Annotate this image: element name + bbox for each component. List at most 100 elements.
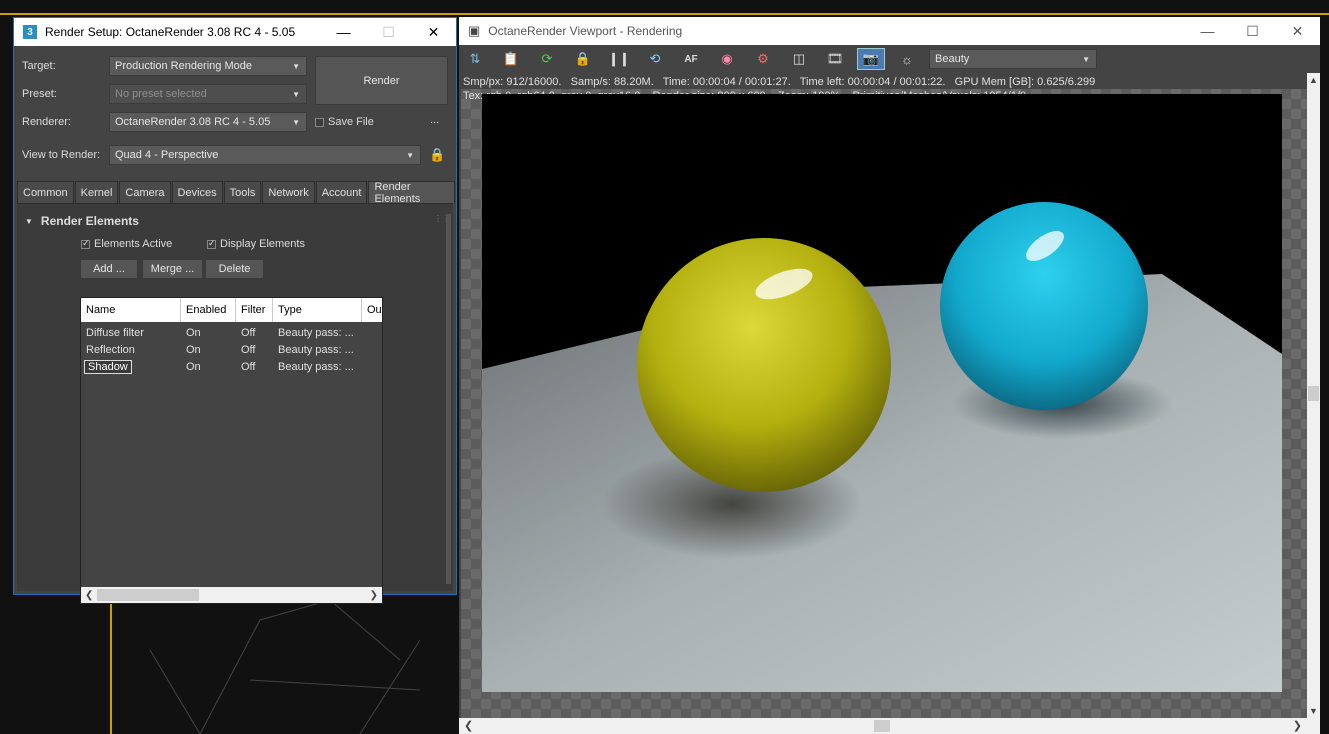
tab-render-elements[interactable]: Render Elements xyxy=(368,181,455,205)
chevron-down-icon: ▼ xyxy=(1082,55,1090,64)
chevron-down-icon: ▼ xyxy=(292,62,300,71)
viewport-titlebar: ▣ OctaneRender Viewport - Rendering — ☐ … xyxy=(459,17,1320,45)
list-header: Name Enabled Filter Type Ou xyxy=(81,298,382,322)
tab-account[interactable]: Account xyxy=(315,181,368,203)
element-filter: Off xyxy=(241,360,256,373)
lock-icon[interactable]: 🔒 xyxy=(429,147,445,163)
element-enabled: On xyxy=(186,326,201,339)
close-icon[interactable]: ✕ xyxy=(1275,23,1320,40)
column-header-enabled[interactable]: Enabled xyxy=(181,298,236,322)
render-setup-tabs: Common Kernel Camera Devices Tools Netwo… xyxy=(17,181,456,205)
render-setup-title: Render Setup: OctaneRender 3.08 RC 4 - 5… xyxy=(45,25,296,39)
tab-tools[interactable]: Tools xyxy=(223,181,262,203)
list-horizontal-scrollbar[interactable]: ❮ ❯ xyxy=(81,587,382,603)
element-name: Diffuse filter xyxy=(86,326,144,339)
tab-devices[interactable]: Devices xyxy=(171,181,223,203)
render-elements-list: Name Enabled Filter Type Ou Diffuse filt… xyxy=(80,297,383,604)
copy-clipboard-icon[interactable]: 📋 xyxy=(497,48,525,70)
scroll-down-icon[interactable]: ▼ xyxy=(1309,706,1318,716)
close-icon[interactable]: ✕ xyxy=(411,24,456,41)
element-type: Beauty pass: ... xyxy=(278,343,354,356)
horizontal-scroll-thumb[interactable] xyxy=(874,720,890,732)
refresh-icon[interactable]: ⟲ xyxy=(641,48,669,70)
display-elements-checkbox[interactable]: Display Elements xyxy=(207,238,305,250)
elements-active-checkbox[interactable]: Elements Active xyxy=(81,238,172,250)
tab-camera[interactable]: Camera xyxy=(119,181,171,203)
region-render-icon[interactable]: ⚙ xyxy=(749,48,777,70)
scroll-right-icon[interactable]: ❯ xyxy=(370,590,378,601)
element-name: Reflection xyxy=(86,343,135,356)
checkbox-icon[interactable] xyxy=(207,238,216,249)
pause-icon[interactable]: ❙❙ xyxy=(605,48,633,70)
scroll-left-icon[interactable]: ❮ xyxy=(464,719,473,732)
more-options-button[interactable]: ... xyxy=(430,114,439,126)
minimize-icon[interactable]: — xyxy=(321,24,366,40)
view-to-render-label: View to Render: xyxy=(22,149,101,161)
viewport-vertical-scrollbar[interactable]: ▲ ▼ xyxy=(1307,73,1320,718)
render-pass-dropdown[interactable]: Beauty ▼ xyxy=(929,49,1097,69)
checkbox-icon[interactable] xyxy=(81,238,90,249)
column-header-type[interactable]: Type xyxy=(273,298,362,322)
minimize-icon[interactable]: — xyxy=(1185,23,1230,39)
render-elements-panel: ▼Render Elements ⋮⋮ Elements Active Disp… xyxy=(17,203,453,604)
render-button[interactable]: Render xyxy=(315,56,448,105)
column-header-filter[interactable]: Filter xyxy=(236,298,273,322)
scroll-up-icon[interactable]: ▲ xyxy=(1309,75,1318,85)
target-dropdown[interactable]: Production Rendering Mode ▼ xyxy=(109,56,307,76)
delete-button[interactable]: Delete xyxy=(205,259,264,279)
material-picker-icon[interactable]: ◉ xyxy=(713,48,741,70)
stats-line-1: Smp/px: 912/16000. Samp/s: 88.20M. Time:… xyxy=(463,76,1096,88)
list-item-selected[interactable]: Shadow On Off Beauty pass: ... xyxy=(81,358,382,375)
element-filter: Off xyxy=(241,326,256,339)
add-button[interactable]: Add ... xyxy=(80,259,138,279)
tab-kernel[interactable]: Kernel xyxy=(74,181,119,203)
column-header-name[interactable]: Name xyxy=(81,298,181,322)
scroll-right-icon[interactable]: ❯ xyxy=(1293,719,1302,732)
collapse-triangle-icon[interactable]: ▼ xyxy=(25,217,33,226)
tab-common[interactable]: Common xyxy=(17,181,74,203)
element-name: Shadow xyxy=(84,359,132,374)
maximize-icon[interactable]: ☐ xyxy=(1230,23,1275,40)
element-filter: Off xyxy=(241,343,256,356)
list-item[interactable]: Diffuse filter On Off Beauty pass: ... xyxy=(81,324,382,341)
render-setup-window: 3 Render Setup: OctaneRender 3.08 RC 4 -… xyxy=(13,17,457,604)
preset-label: Preset: xyxy=(22,88,57,100)
renderer-label: Renderer: xyxy=(22,116,71,128)
scroll-thumb[interactable] xyxy=(97,589,200,601)
lock-icon[interactable]: 🔒 xyxy=(569,48,597,70)
viewport-toolbar: ⇅ 📋 ⟳ 🔒 ❙❙ ⟲ AF ◉ ⚙ ◫ 🎞 📷 ☼ Beauty ▼ xyxy=(459,45,1320,73)
element-enabled: On xyxy=(186,360,201,373)
checkbox-icon[interactable] xyxy=(315,117,324,127)
panel-scrollbar[interactable] xyxy=(446,214,451,584)
maximize-icon: ☐ xyxy=(382,23,395,40)
window-icon: ▣ xyxy=(468,23,481,38)
send-scene-icon[interactable]: ⇅ xyxy=(461,48,489,70)
rollout-header[interactable]: ▼ Render Elements xyxy=(25,214,139,228)
viewport-title: OctaneRender Viewport - Rendering xyxy=(488,24,683,38)
renderer-dropdown[interactable]: OctaneRender 3.08 RC 4 - 5.05 ▼ xyxy=(109,112,307,132)
merge-button[interactable]: Merge ... xyxy=(142,259,203,279)
viewport-horizontal-scrollbar[interactable]: ❮ ❯ xyxy=(459,718,1320,734)
view-to-render-dropdown[interactable]: Quad 4 - Perspective ▼ xyxy=(109,145,421,165)
scroll-left-icon[interactable]: ❮ xyxy=(85,590,93,601)
chevron-down-icon: ▼ xyxy=(292,118,300,127)
film-settings-icon[interactable]: 🎞 xyxy=(821,48,849,70)
camera-sync-icon[interactable]: 📷 xyxy=(857,48,885,70)
viewport-resolution-icon[interactable]: ◫ xyxy=(785,48,813,70)
preset-dropdown: No preset selected ▼ xyxy=(109,84,307,104)
chevron-down-icon: ▼ xyxy=(292,90,300,99)
render-setup-titlebar: 3 Render Setup: OctaneRender 3.08 RC 4 -… xyxy=(14,18,456,46)
element-enabled: On xyxy=(186,343,201,356)
focus-picker-icon[interactable]: AF xyxy=(677,48,705,70)
3dsmax-app-icon: 3 xyxy=(23,25,37,39)
settings-gear-icon[interactable]: ☼ xyxy=(893,48,921,70)
tab-network[interactable]: Network xyxy=(262,181,315,203)
save-file-checkbox[interactable]: Save File xyxy=(315,116,374,128)
vertical-scroll-thumb[interactable] xyxy=(1308,386,1319,401)
column-header-output[interactable]: Ou xyxy=(362,298,382,322)
restart-render-icon[interactable]: ⟳ xyxy=(533,48,561,70)
list-item[interactable]: Reflection On Off Beauty pass: ... xyxy=(81,341,382,358)
element-type: Beauty pass: ... xyxy=(278,326,354,339)
rendered-image[interactable] xyxy=(482,94,1282,692)
element-type: Beauty pass: ... xyxy=(278,360,354,373)
